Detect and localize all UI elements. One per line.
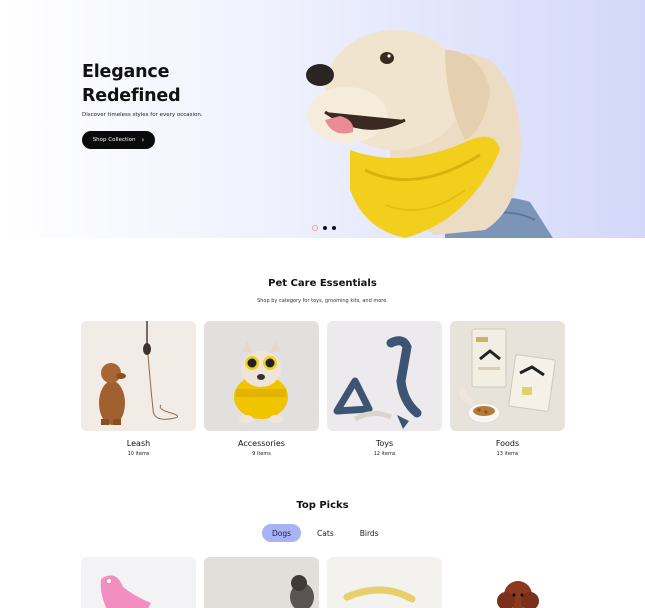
category-card-toys[interactable]: Toys 12 items [327,321,442,457]
category-list: Leash 10 items Accessories 9 items Toys … [81,321,565,457]
category-name: Leash [126,439,151,448]
accessories-image [204,321,319,431]
shop-collection-label: Shop Collection [92,137,136,143]
yellow-collar-image [327,557,442,608]
carousel-dot-2[interactable] [323,226,327,230]
hero-title-line1: Elegance [82,62,170,82]
category-card-leash[interactable]: Leash 10 items [81,321,196,457]
top-picks-title: Top Picks [296,500,349,511]
leash-image [81,321,196,431]
hero-subtitle: Discover timeless styles for every occas… [82,112,203,118]
shop-collection-button[interactable]: Shop Collection › [82,131,155,149]
foods-image [450,321,565,431]
categories-subtitle: Shop by category for toys, grooming kits… [257,298,388,304]
toys-image [327,321,442,431]
product-card[interactable] [81,557,196,608]
category-count: 12 items [373,451,396,457]
top-picks-products [81,557,565,608]
product-card[interactable] [327,557,442,608]
category-count: 9 items [252,451,271,457]
hero-title-line2: Redefined [82,86,181,106]
product-card[interactable] [204,557,319,608]
poodle-image [450,557,565,608]
category-name: Toys [375,439,394,448]
product-card[interactable] [450,557,565,608]
chevron-right-icon: › [141,135,145,144]
hero-banner: Elegance Redefined Discover timeless sty… [0,0,645,238]
category-count: 13 items [496,451,519,457]
tab-birds[interactable]: Birds [350,524,389,542]
category-count: 10 items [127,451,150,457]
hero-title: Elegance Redefined [82,60,282,108]
category-card-foods[interactable]: Foods 13 items [450,321,565,457]
category-name: Foods [495,439,520,448]
top-picks-tabs: Dogs Cats Birds [262,524,389,542]
hero-dog-image [306,30,553,238]
pink-toy-image [81,557,196,608]
small-dog-image [204,557,319,608]
carousel-dot-1[interactable] [312,225,318,231]
categories-title: Pet Care Essentials [268,278,377,289]
category-name: Accessories [238,439,285,448]
tab-cats[interactable]: Cats [307,524,344,542]
carousel-dots [312,225,336,231]
category-card-accessories[interactable]: Accessories 9 items [204,321,319,457]
tab-dogs[interactable]: Dogs [262,524,302,542]
carousel-dot-3[interactable] [332,226,336,230]
